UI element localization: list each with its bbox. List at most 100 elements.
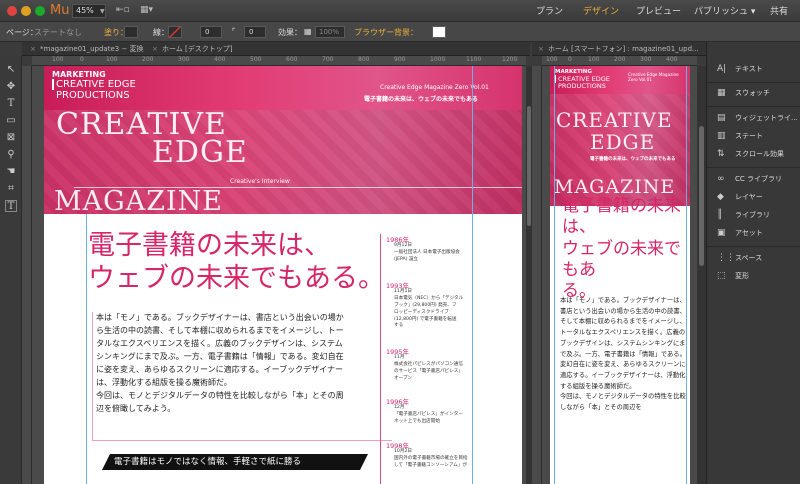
text-frame-icon[interactable]: T bbox=[5, 200, 17, 212]
zoom-tool-icon[interactable]: ⚲ bbox=[5, 149, 17, 161]
ruler-tick: 0 bbox=[80, 56, 84, 63]
phone-scrollbar[interactable] bbox=[697, 66, 706, 484]
desktop-scrollbar[interactable] bbox=[526, 66, 532, 484]
panel-layers[interactable]: ◆ レイヤー bbox=[707, 188, 800, 206]
stroke-swatch[interactable] bbox=[168, 26, 182, 38]
ruler-tick: 1000 bbox=[430, 56, 446, 63]
body-line: 今回は、モノとデジタルデータの特性を比較しながら「本」とその周 bbox=[96, 390, 344, 400]
timeline-line-text: オープン bbox=[394, 375, 413, 381]
header-tagline: 電子書籍の未来は、ウェブの未来でもある bbox=[364, 96, 479, 103]
fit-page-icon[interactable]: ⇤▫ bbox=[116, 5, 130, 15]
rectangle-tool-icon[interactable]: ▭ bbox=[5, 115, 17, 127]
ruler-tick: 300 bbox=[640, 56, 652, 63]
effect-label: 効果： bbox=[278, 28, 302, 37]
timeline-line-text: 株式会社パピレスがパソコン通信 bbox=[394, 361, 463, 367]
divider bbox=[707, 246, 800, 247]
corner-radius-input[interactable]: 0 bbox=[244, 26, 266, 38]
divider bbox=[707, 106, 800, 107]
maximize-window-button[interactable] bbox=[35, 6, 45, 16]
panel-spacing[interactable]: ⋮⋮ スペース bbox=[707, 249, 800, 267]
close-window-button[interactable] bbox=[7, 6, 17, 16]
body-line: は、浮動化する組版を操る魔術師だ。 bbox=[96, 377, 232, 387]
scroll-thumb[interactable] bbox=[527, 106, 531, 226]
close-icon[interactable]: × bbox=[30, 42, 36, 56]
document-tabs-left: × *magazine01_update3 − 変換 × ホーム [デスクトップ] bbox=[22, 42, 530, 56]
timeline-line-text: ロッピーディスクドライブ bbox=[394, 309, 449, 315]
share-button[interactable]: 共有 bbox=[770, 4, 788, 17]
divider bbox=[707, 82, 800, 83]
ruler-tick: 500 bbox=[250, 56, 262, 63]
view-mode-icon[interactable]: ▦▾ bbox=[140, 5, 153, 15]
control-toolbar: ページ： ステートなし 塗り： 線： 0 ⌜ 0 効果： ▦ 100% ブラウザ… bbox=[0, 22, 800, 42]
panel-widgets[interactable]: ▤ ウィジェットライ... bbox=[707, 109, 800, 127]
hand-tool-icon[interactable]: ✥ bbox=[5, 81, 17, 93]
timeline-line-text: (JEPA) 設立 bbox=[394, 256, 419, 262]
panel-library[interactable]: ║ ライブラリ bbox=[707, 206, 800, 224]
ruler-tick: 400 bbox=[666, 56, 678, 63]
phone-canvas[interactable]: MARKETING CREATIVE EDGE PRODUCTIONS Crea… bbox=[542, 66, 697, 484]
ruler-tick: 700 bbox=[322, 56, 334, 63]
section-banner: 電子書籍はモノではなく情報、手軽さで紙に勝る bbox=[102, 454, 368, 470]
document-tabs-right: × ホーム [スマートフォン] : magazine01_upd... bbox=[532, 42, 706, 56]
browser-bg-swatch[interactable] bbox=[432, 26, 446, 38]
body-line: シンキングにまで及ぶ。一方、電子書籍は「情報」である。変幻自在 bbox=[96, 351, 344, 361]
marketing-label: MARKETING bbox=[52, 70, 106, 79]
panel-swatches[interactable]: ▦ スウォッチ bbox=[707, 84, 800, 102]
tab-design[interactable]: デザイン bbox=[583, 4, 619, 17]
ruler-tick: 1100 bbox=[466, 56, 482, 63]
selection-tool-icon[interactable]: ↖ bbox=[5, 64, 17, 76]
fill-swatch[interactable] bbox=[124, 26, 138, 38]
tab-document[interactable]: × *magazine01_update3 − 変換 bbox=[26, 42, 144, 56]
timeline: 1986年 9月12日 一般社団法人 日本電子出版協会 (JEPA) 設立 19… bbox=[380, 234, 520, 484]
panel-scroll-effects[interactable]: ⇅ スクロール効果 bbox=[707, 145, 800, 163]
text-tool-icon[interactable]: T bbox=[5, 98, 17, 110]
ruler-tick: 600 bbox=[286, 56, 298, 63]
frame-tool-icon[interactable]: ⊠ bbox=[5, 132, 17, 144]
panel-text[interactable]: A| テキスト bbox=[707, 60, 800, 78]
panel-cc-libraries[interactable]: ∞ CC ライブラリ bbox=[707, 170, 800, 188]
body-line: しながら「本」とその周辺を bbox=[560, 404, 642, 412]
timeline-line-text: のサービス「電子書店パピレス」 bbox=[394, 368, 463, 374]
body-line: 適応する。イーブックデザイナーは、浮動化 bbox=[560, 371, 686, 379]
text-icon: A| bbox=[717, 64, 727, 74]
stroke-width-input[interactable]: 0 bbox=[200, 26, 222, 38]
ruler-vertical-phone bbox=[532, 66, 542, 484]
body-line: 辺を俯瞰してみよう。 bbox=[96, 403, 176, 413]
panel-transform[interactable]: ⬚ 変形 bbox=[707, 267, 800, 285]
layout-guide bbox=[86, 214, 87, 484]
phone-title-edge: EDGE bbox=[590, 130, 656, 154]
minimize-window-button[interactable] bbox=[21, 6, 31, 16]
body-border-left bbox=[92, 312, 93, 440]
scroll-thumb[interactable] bbox=[699, 126, 704, 266]
timeline-line-text: (12,800円) で電子書籍を転送 bbox=[394, 316, 457, 322]
corner-radius-icon: ⌜ bbox=[232, 27, 236, 36]
crop-tool-icon[interactable]: ⌗ bbox=[5, 183, 17, 195]
body-line: で及ぶ。一方、電子書籍は「情報」である。 bbox=[560, 350, 686, 358]
panel-assets[interactable]: ▣ アセット bbox=[707, 224, 800, 242]
timeline-line-text: 一般社団法人 日本電子出版協会 bbox=[394, 249, 460, 255]
opacity-input[interactable]: 100% bbox=[315, 26, 345, 38]
page-state-select[interactable]: ステートなし bbox=[34, 27, 82, 38]
desktop-canvas[interactable]: MARKETING CREATIVE EDGE PRODUCTIONS Crea… bbox=[32, 66, 526, 484]
close-icon[interactable]: × bbox=[538, 42, 544, 56]
body-line: そして本棚に収められるまでをイメージし、 bbox=[560, 318, 686, 326]
cover-title-edge: EDGE bbox=[152, 135, 248, 170]
tab-desktop-view[interactable]: × ホーム [デスクトップ] bbox=[148, 42, 248, 56]
tab-publish[interactable]: パブリッシュ ▾ bbox=[694, 4, 755, 17]
brand-logo-line1: CREATIVE EDGE bbox=[52, 79, 136, 90]
timeline-line-text: 9月12日 bbox=[394, 243, 412, 248]
hand-pan-icon[interactable]: ☚ bbox=[5, 166, 17, 178]
close-icon[interactable]: × bbox=[152, 42, 158, 56]
tab-preview[interactable]: プレビュー bbox=[636, 4, 681, 17]
ruler-vertical-desktop bbox=[22, 66, 32, 484]
ruler-horizontal-desktop: 100 0 100 200 300 400 500 600 700 800 90… bbox=[32, 56, 526, 66]
tab-phone-view[interactable]: × ホーム [スマートフォン] : magazine01_upd... bbox=[534, 42, 704, 56]
tab-plan[interactable]: プラン bbox=[536, 4, 563, 17]
panel-states[interactable]: ▥ ステート bbox=[707, 127, 800, 145]
phone-brand-logo-line2: PRODUCTIONS bbox=[558, 82, 606, 90]
phone-page: MARKETING CREATIVE EDGE PRODUCTIONS Crea… bbox=[550, 66, 690, 484]
ruler-tick: 100 bbox=[52, 56, 64, 63]
tools-panel: ↖ ✥ T ▭ ⊠ ⚲ ☚ ⌗ T bbox=[0, 56, 22, 484]
timeline-entry: 9月12日 一般社団法人 日本電子出版協会 (JEPA) 設立 bbox=[394, 243, 460, 264]
body-text: 本は「モノ」である。ブックデザイナーは、書店という出会いの場か ら生活の中の読書… bbox=[96, 312, 396, 416]
